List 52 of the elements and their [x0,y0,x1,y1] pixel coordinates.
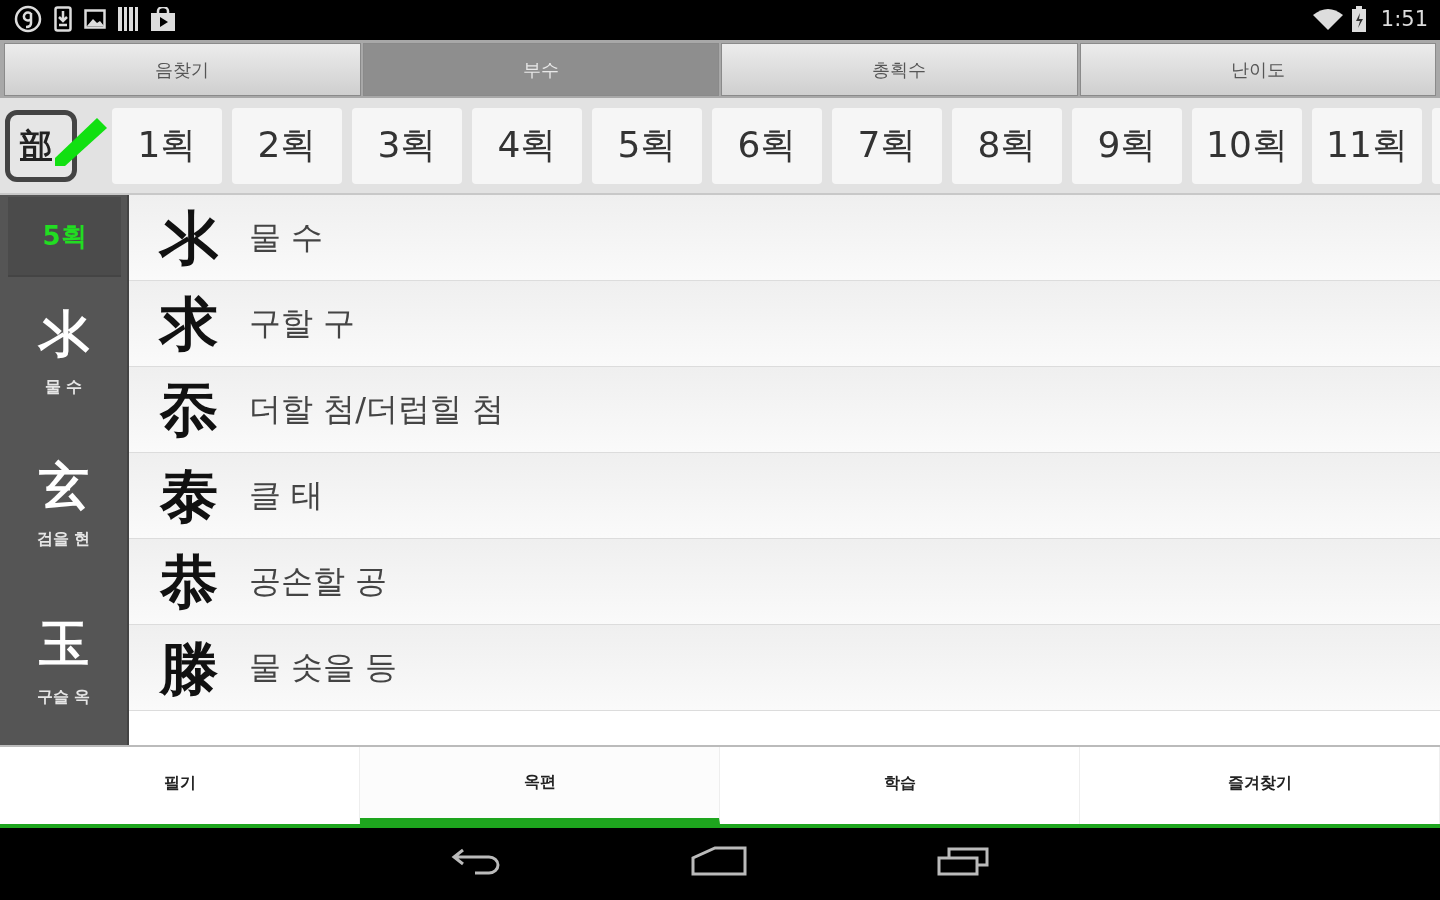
stroke-count-tile[interactable]: 2획 [232,107,342,184]
hanja-character: 滕 [159,638,219,697]
stroke-count-tile[interactable]: 9획 [1072,107,1182,184]
battery-icon [1350,6,1367,32]
bars-icon [118,7,138,31]
home-button[interactable] [691,846,747,876]
stroke-count-tile[interactable]: 7획 [832,107,942,184]
stroke-count-tile[interactable]: 11획 [1312,107,1422,184]
ring-icon [14,5,42,33]
hanja-character: 忝 [159,380,219,439]
hanja-row[interactable]: 恭 공손할 공 [129,539,1440,625]
hanja-row[interactable]: 求 구할 구 [129,281,1440,367]
hanja-meaning: 더할 첨/더럽힐 첨 [249,388,505,430]
image-icon [84,9,106,29]
hanja-meaning: 구할 구 [249,302,356,344]
hanja-meaning: 클 태 [249,474,324,516]
recents-button[interactable] [937,846,989,876]
radical-button[interactable]: 部 [5,109,77,182]
hanja-character: 氺 [159,208,219,267]
stroke-count-tile[interactable]: 4획 [472,107,582,184]
hanja-row[interactable]: 泰 클 태 [129,453,1440,539]
wifi-icon [1312,8,1343,30]
hanja-character: 求 [159,294,219,353]
tab[interactable]: 난이도 [1079,43,1436,96]
clock: 1:51 [1380,7,1428,31]
tab[interactable]: 총획수 [721,43,1078,96]
recents-icon [937,846,989,876]
download-icon [54,6,72,32]
hanja-character: 恭 [159,552,219,611]
hanja-meaning: 물 수 [249,216,324,258]
stroke-group-header: 5획 [8,197,121,277]
stroke-count-tile[interactable]: 6획 [712,107,822,184]
stroke-count-tile[interactable]: 5획 [592,107,702,184]
stroke-count-tile[interactable]: 8획 [952,107,1062,184]
stroke-count-tile[interactable]: 10획 [1192,107,1302,184]
shopping-bag-icon [150,7,176,31]
home-icon [691,846,747,876]
hanja-meaning: 공손할 공 [249,560,388,602]
hanja-meaning: 물 솟을 등 [249,646,398,688]
hanja-row[interactable]: 氺 물 수 [129,195,1440,281]
back-button[interactable] [451,846,501,876]
radical-item[interactable]: 玄 검을 현 [0,429,127,581]
stroke-count-tile[interactable]: 1획 [112,107,222,184]
stroke-count-tile[interactable]: 3획 [352,107,462,184]
tab[interactable]: 옥편 [360,747,720,824]
hanja-row[interactable]: 忝 더할 첨/더럽힐 첨 [129,367,1440,453]
hanja-row[interactable]: 滕 물 솟을 등 [129,625,1440,711]
radical-item[interactable]: 氺 물 수 [0,277,127,429]
back-icon [451,846,501,876]
radical-item[interactable]: 玉 구슬 옥 [0,581,127,745]
hanja-character: 泰 [159,466,219,525]
tab[interactable]: 음찾기 [4,43,361,96]
